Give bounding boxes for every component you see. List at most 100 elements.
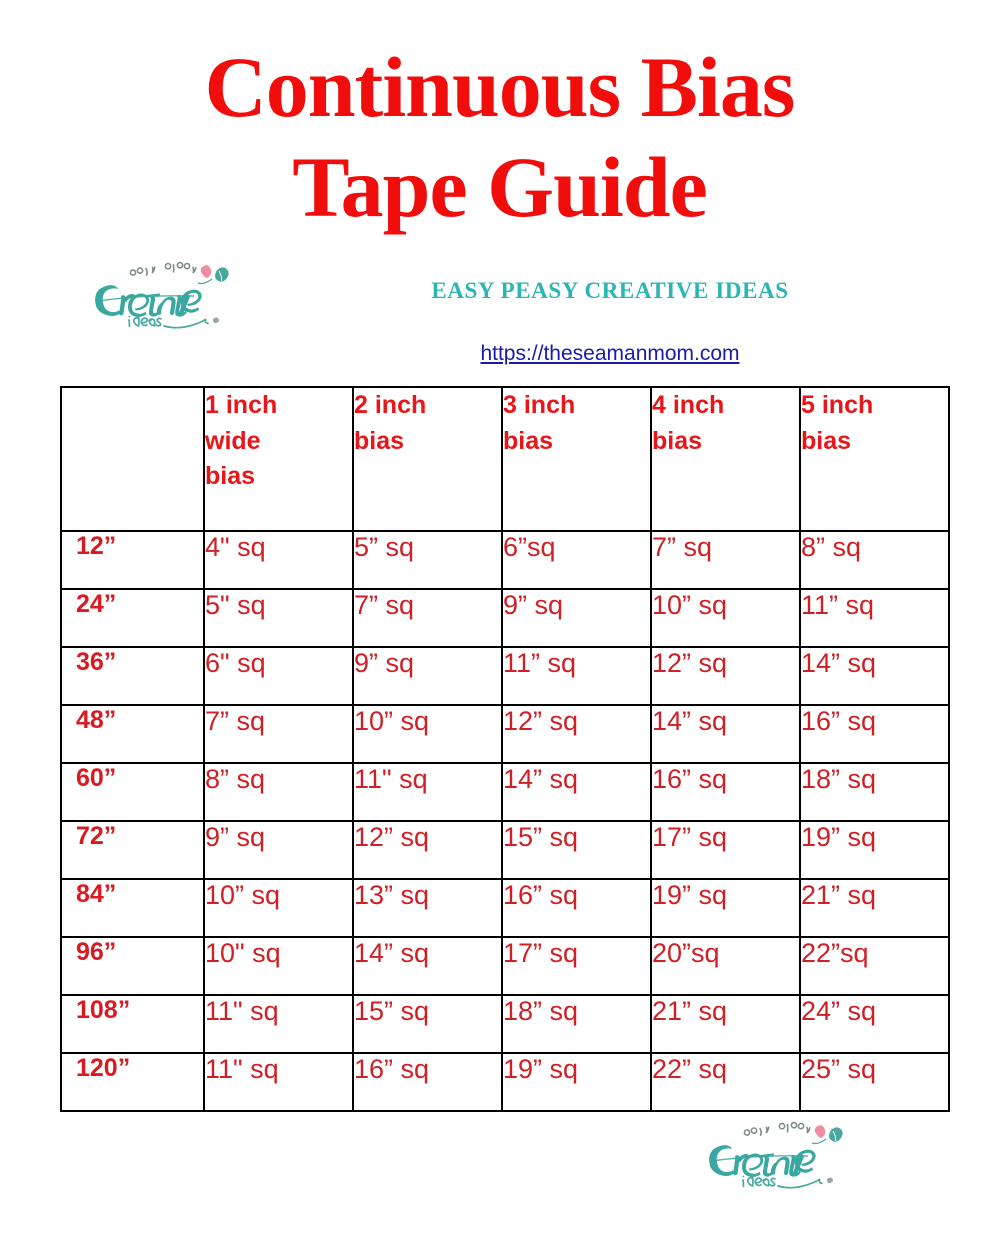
table-cell: 10” sq (352, 704, 503, 764)
table-cell: 8” sq (203, 762, 354, 822)
table-cell: 20”sq (650, 936, 801, 996)
table-cell: 17” sq (501, 936, 652, 996)
table-cell: 16” sq (352, 1052, 503, 1112)
table-row: 24” 5" sq 7” sq 9” sq 10” sq 11” sq (60, 588, 950, 648)
row-header-fabric-length: 108” (60, 994, 205, 1054)
easy-peasy-creative-ideas-logo-footer (700, 1118, 860, 1194)
table-cell: 19” sq (501, 1052, 652, 1112)
table-cell: 14” sq (352, 936, 503, 996)
column-header-5-inch: 5 inch bias (799, 386, 950, 532)
table-cell: 17” sq (650, 820, 801, 880)
logo-tagline-arc-footer (743, 1121, 811, 1136)
column-header-4-inch: 4 inch bias (650, 386, 801, 532)
title-line-1: Continuous Bias (204, 39, 796, 135)
column-header-1-inch-label: 1 inch wide bias (205, 391, 278, 490)
table-cell: 16” sq (650, 762, 801, 822)
table-cell: 14” sq (501, 762, 652, 822)
table-header: 1 inch wide bias 2 inch bias 3 inch bias… (60, 386, 950, 532)
row-header-fabric-length: 84” (60, 878, 205, 938)
table-cell: 22” sq (650, 1052, 801, 1112)
table-cell: 15” sq (501, 820, 652, 880)
table-cell: 5” sq (352, 530, 503, 590)
table-cell: 10” sq (650, 588, 801, 648)
column-header-2-inch: 2 inch bias (352, 386, 503, 532)
column-header-1-inch: 1 inch wide bias (203, 386, 354, 532)
table-cell: 12” sq (501, 704, 652, 764)
column-header-5-inch-label: 5 inch bias (801, 391, 874, 455)
table-cell: 7” sq (650, 530, 801, 590)
table-cell: 11" sq (203, 994, 354, 1054)
table-header-row: 1 inch wide bias 2 inch bias 3 inch bias… (60, 386, 950, 532)
row-header-fabric-length: 60” (60, 762, 205, 822)
table-cell: 7” sq (352, 588, 503, 648)
logo-leaf-teal-footer (829, 1127, 843, 1142)
logo-tagline-arc (129, 261, 197, 276)
table-cell: 22”sq (799, 936, 950, 996)
table-row: 72” 9” sq 12” sq 15” sq 17” sq 19” sq (60, 820, 950, 880)
column-header-2-inch-label: 2 inch bias (354, 391, 427, 455)
row-header-fabric-length: 96” (60, 936, 205, 996)
table-cell: 24” sq (799, 994, 950, 1054)
table-cell: 10” sq (203, 878, 354, 938)
table-cell: 14” sq (799, 646, 950, 706)
logo-leaf-pink (200, 265, 212, 278)
logo-creative-word-footer (709, 1145, 816, 1177)
brand-tagline: EASY PEASY CREATIVE IDEAS (431, 278, 789, 303)
logo-leaf-pink-footer (814, 1125, 826, 1138)
table-cell: 8” sq (799, 530, 950, 590)
logo-small-leaf (212, 317, 219, 324)
logo-stem-footer (811, 1138, 827, 1145)
table-cell: 12” sq (352, 820, 503, 880)
table-cell: 5" sq (203, 588, 354, 648)
table-cell: 6" sq (203, 646, 354, 706)
table-cell: 18” sq (799, 762, 950, 822)
column-header-3-inch-label: 3 inch bias (503, 391, 576, 455)
table-body: 12” 4" sq 5” sq 6”sq 7” sq 8” sq 24” 5" sq 7” sq… (60, 530, 950, 1112)
table-corner-cell (60, 386, 205, 532)
table-cell: 12” sq (650, 646, 801, 706)
logo-stem (197, 278, 213, 285)
table-cell: 11” sq (501, 646, 652, 706)
table-row: 36” 6" sq 9” sq 11” sq 12” sq 14” sq (60, 646, 950, 706)
table-row: 48” 7” sq 10” sq 12” sq 14” sq 16” sq (60, 704, 950, 764)
table-cell: 9” sq (203, 820, 354, 880)
table-cell: 16” sq (501, 878, 652, 938)
table-cell: 6”sq (501, 530, 652, 590)
table-cell: 15” sq (352, 994, 503, 1054)
table-cell: 9” sq (352, 646, 503, 706)
table-cell: 19” sq (650, 878, 801, 938)
title-line-2: Tape Guide (292, 138, 708, 235)
logo-leaf-teal (215, 267, 229, 282)
table-row: 120” 11" sq 16” sq 19” sq 22” sq 25” sq (60, 1052, 950, 1112)
table-cell: 14” sq (650, 704, 801, 764)
row-header-fabric-length: 24” (60, 588, 205, 648)
table-cell: 13” sq (352, 878, 503, 938)
table-cell: 11” sq (799, 588, 950, 648)
table-cell: 25” sq (799, 1052, 950, 1112)
table-cell: 21” sq (799, 878, 950, 938)
table-cell: 11" sq (352, 762, 503, 822)
bias-tape-guide-table: 1 inch wide bias 2 inch bias 3 inch bias… (60, 386, 950, 1112)
row-header-fabric-length: 36” (60, 646, 205, 706)
table-cell: 10" sq (203, 936, 354, 996)
column-header-3-inch: 3 inch bias (501, 386, 652, 532)
brand-url-link[interactable]: https://theseamanmom.com (400, 342, 820, 366)
table-cell: 4" sq (203, 530, 354, 590)
table-row: 108” 11" sq 15” sq 18” sq 21” sq 24” sq (60, 994, 950, 1054)
table-cell: 11" sq (203, 1052, 354, 1112)
row-header-fabric-length: 120” (60, 1052, 205, 1112)
row-header-fabric-length: 72” (60, 820, 205, 880)
easy-peasy-creative-ideas-logo (86, 258, 246, 334)
row-header-fabric-length: 48” (60, 704, 205, 764)
table-cell: 9” sq (501, 588, 652, 648)
table-cell: 16” sq (799, 704, 950, 764)
table-cell: 21” sq (650, 994, 801, 1054)
table-cell: 19” sq (799, 820, 950, 880)
table-cell: 18” sq (501, 994, 652, 1054)
logo-creative-word (95, 285, 202, 317)
table-cell: 7” sq (203, 704, 354, 764)
table-row: 96” 10" sq 14” sq 17” sq 20”sq 22”sq (60, 936, 950, 996)
page-title: Continuous Bias Tape Guide (0, 38, 999, 238)
logo-small-leaf-footer (826, 1177, 833, 1184)
table-row: 12” 4" sq 5” sq 6”sq 7” sq 8” sq (60, 530, 950, 590)
